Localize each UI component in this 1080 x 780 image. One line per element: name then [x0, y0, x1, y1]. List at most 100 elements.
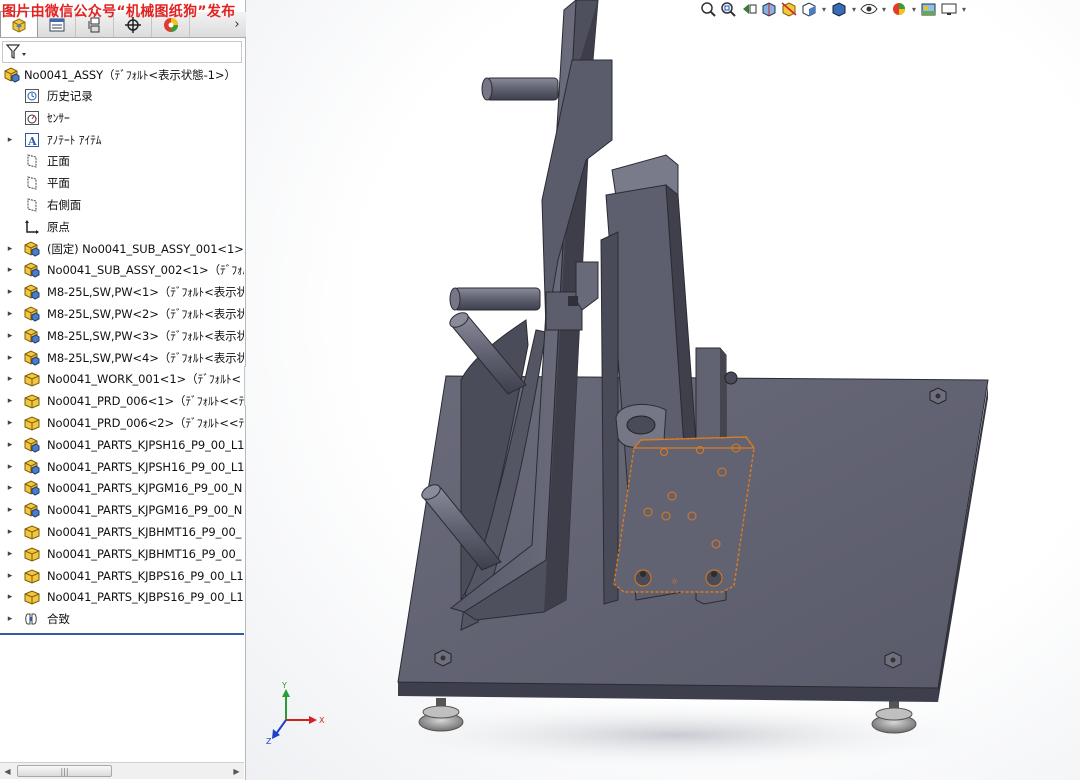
corner-bolt-front-right[interactable] [884, 651, 902, 669]
dropdown-arrow-icon[interactable]: ▾ [820, 0, 828, 18]
tree-item[interactable]: ▸ No0041_PRD_006<2>（ﾃﾞﾌｫﾙﾄ<<ﾃﾞ [0, 413, 244, 433]
part-icon [23, 588, 41, 606]
tree-item[interactable]: ▸ No0041_PARTS_KJBHMT16_P9_00_ [0, 522, 244, 542]
scroll-right-arrow-icon[interactable]: ▶ [229, 763, 244, 779]
tree-item[interactable]: ▸ 合致 [0, 609, 244, 629]
tree-item[interactable]: ▸ No0041_PRD_006<1>（ﾃﾞﾌｫﾙﾄ<<ﾃﾞ [0, 391, 244, 411]
expand-arrow-icon[interactable]: ▸ [5, 592, 15, 602]
display-style-icon[interactable] [830, 0, 848, 18]
tree-item[interactable]: 右側面 [0, 195, 244, 215]
tree-item-label: M8-25L,SW,PW<2>（ﾃﾞﾌｫﾙﾄ<表示状 [47, 307, 244, 321]
expand-arrow-icon[interactable]: ▸ [5, 244, 15, 254]
tree-item[interactable]: ▸ No0041_PARTS_KJPSH16_P9_00_L1 [0, 435, 244, 455]
leveling-foot-right[interactable] [871, 700, 917, 734]
previous-view-icon[interactable] [740, 0, 758, 18]
tree-item-label: No0041_PARTS_KJBHMT16_P9_00_ [47, 546, 242, 561]
expand-arrow-icon[interactable]: ▸ [5, 440, 15, 450]
tree-item-label: No0041_PARTS_KJPSH16_P9_00_L1 [47, 437, 244, 452]
subassembly-icon [23, 240, 41, 258]
tree-item[interactable]: ▸ No0041_PARTS_KJPSH16_P9_00_L1 [0, 457, 244, 477]
expand-arrow-icon[interactable]: ▸ [5, 374, 15, 384]
tree-item[interactable]: ▸ No0041_WORK_001<1>（ﾃﾞﾌｫﾙﾄ< [0, 369, 244, 389]
selected-mounting-plate[interactable]: ☼ [613, 436, 756, 593]
subassembly-icon [23, 436, 41, 454]
dropdown-arrow-icon[interactable]: ▾ [880, 0, 888, 18]
tree-item[interactable]: 正面 [0, 151, 244, 171]
tree-item[interactable]: ▸ No0041_PARTS_KJPGM16_P9_00_N [0, 500, 244, 520]
tree-item[interactable]: ▸ M8-25L,SW,PW<2>（ﾃﾞﾌｫﾙﾄ<表示状 [0, 304, 244, 324]
tree-item[interactable]: ▸ A ｱﾉﾃｰﾄ ｱｲﾃﾑ [0, 130, 244, 150]
expand-arrow-icon[interactable]: ▸ [5, 309, 15, 319]
tree-item[interactable]: ▸ No0041_PARTS_KJBPS16_P9_00_L1 [0, 566, 244, 586]
tree-item[interactable]: ▸ No0041_PARTS_KJPGM16_P9_00_N [0, 478, 244, 498]
expand-arrow-icon[interactable]: ▸ [5, 549, 15, 559]
heads-up-view-toolbar: ▾ ▾ ▾ ▾ ▾ [700, 0, 1080, 18]
dropdown-arrow-icon[interactable]: ▾ [850, 0, 858, 18]
scroll-left-arrow-icon[interactable]: ◀ [0, 763, 15, 779]
hide-show-icon[interactable] [860, 0, 878, 18]
expand-arrow-icon[interactable]: ▸ [5, 353, 15, 363]
tree-item[interactable]: ▸ M8-25L,SW,PW<4>（ﾃﾞﾌｫﾙﾄ<表示状 [0, 348, 244, 368]
corner-bolt-back-right[interactable] [929, 387, 947, 405]
tree-item-label: No0041_WORK_001<1>（ﾃﾞﾌｫﾙﾄ< [47, 372, 242, 387]
tree-item[interactable]: 历史记录 [0, 86, 244, 106]
tree-item-label: ｱﾉﾃｰﾄ ｱｲﾃﾑ [47, 132, 102, 147]
expand-arrow-icon[interactable]: ▸ [5, 614, 15, 624]
plane-icon [23, 174, 41, 192]
leveling-foot-left[interactable] [418, 698, 464, 732]
tree-item[interactable]: ▸ No0041_PARTS_KJBPS16_P9_00_L1 [0, 587, 244, 607]
expand-arrow-icon[interactable]: ▸ [5, 527, 15, 537]
view-orientation-icon[interactable] [800, 0, 818, 18]
assembly-3d-model[interactable]: ☼ Y X Z [246, 0, 1080, 780]
expand-arrow-icon[interactable]: ▸ [5, 571, 15, 581]
tree-item[interactable]: ▸ No0041_SUB_ASSY_002<1>（ﾃﾞﾌｫﾙ [0, 260, 244, 280]
dropdown-arrow-icon[interactable]: ▾ [910, 0, 918, 18]
support-rod-top[interactable] [481, 77, 559, 101]
sensor-icon [23, 109, 41, 127]
expand-arrow-icon[interactable]: ▸ [5, 462, 15, 472]
edit-appearance-icon[interactable] [890, 0, 908, 18]
tree-item[interactable]: ▸ M8-25L,SW,PW<1>（ﾃﾞﾌｫﾙﾄ<表示状 [0, 282, 244, 302]
tree-item-label: No0041_PRD_006<1>（ﾃﾞﾌｫﾙﾄ<<ﾃﾞ [47, 394, 244, 409]
tree-item[interactable]: ▸ M8-25L,SW,PW<3>（ﾃﾞﾌｫﾙﾄ<表示状 [0, 326, 244, 346]
expand-arrow-icon[interactable]: ▸ [5, 483, 15, 493]
tree-item-label: No0041_PRD_006<2>（ﾃﾞﾌｫﾙﾄ<<ﾃﾞ [47, 416, 244, 430]
horizontal-scrollbar[interactable]: ◀ ||| ▶ [0, 762, 244, 779]
view-settings-icon[interactable] [940, 0, 958, 18]
plane-icon [23, 152, 41, 170]
tree-item-label: M8-25L,SW,PW<3>（ﾃﾞﾌｫﾙﾄ<表示状 [47, 328, 244, 343]
support-rod-middle[interactable] [449, 287, 541, 311]
tree-root[interactable]: No0041_ASSY（ﾃﾞﾌｫﾙﾄ<表示状態-1>） [0, 65, 244, 85]
expand-arrow-icon[interactable]: ▸ [5, 505, 15, 515]
scrollbar-thumb[interactable]: ||| [17, 765, 112, 777]
tree-item[interactable]: ▸ No0041_PARTS_KJBHMT16_P9_00_ [0, 544, 244, 564]
tree-item[interactable]: ｾﾝｻｰ [0, 108, 244, 128]
origin-icon [23, 218, 41, 236]
graphics-area[interactable]: ☼ Y X Z [246, 0, 1080, 780]
expand-arrow-icon[interactable]: ▸ [5, 135, 15, 145]
tree-filter[interactable] [2, 41, 242, 63]
zoom-to-fit-icon[interactable] [700, 0, 718, 18]
expand-arrow-icon[interactable]: ▸ [5, 331, 15, 341]
tree-item[interactable]: 原点 [0, 217, 244, 237]
zoom-to-area-icon[interactable] [720, 0, 738, 18]
assembly-icon [3, 66, 21, 84]
expand-arrow-icon[interactable]: ▸ [5, 396, 15, 406]
part-icon [23, 545, 41, 563]
subassembly-icon [23, 458, 41, 476]
tree-item[interactable]: 平面 [0, 173, 244, 193]
expand-arrow-icon[interactable]: ▸ [5, 265, 15, 275]
expand-arrow-icon[interactable]: ▸ [5, 287, 15, 297]
tree-item-label: 合致 [47, 612, 70, 627]
corner-bolt-front-left[interactable] [434, 649, 452, 667]
mates-icon [23, 610, 41, 628]
dropdown-arrow-icon[interactable]: ▾ [960, 0, 968, 18]
apply-scene-icon[interactable] [920, 0, 938, 18]
tree-item-label: No0041_PARTS_KJPSH16_P9_00_L1 [47, 459, 244, 474]
triad-z-label: Z [266, 737, 272, 746]
tree-item[interactable]: ▸ (固定) No0041_SUB_ASSY_001<1>（ [0, 239, 244, 259]
section-view-icon[interactable] [760, 0, 778, 18]
expand-arrow-icon[interactable]: ▸ [5, 418, 15, 428]
subassembly-icon [23, 479, 41, 497]
dynamic-annotation-icon[interactable] [780, 0, 798, 18]
